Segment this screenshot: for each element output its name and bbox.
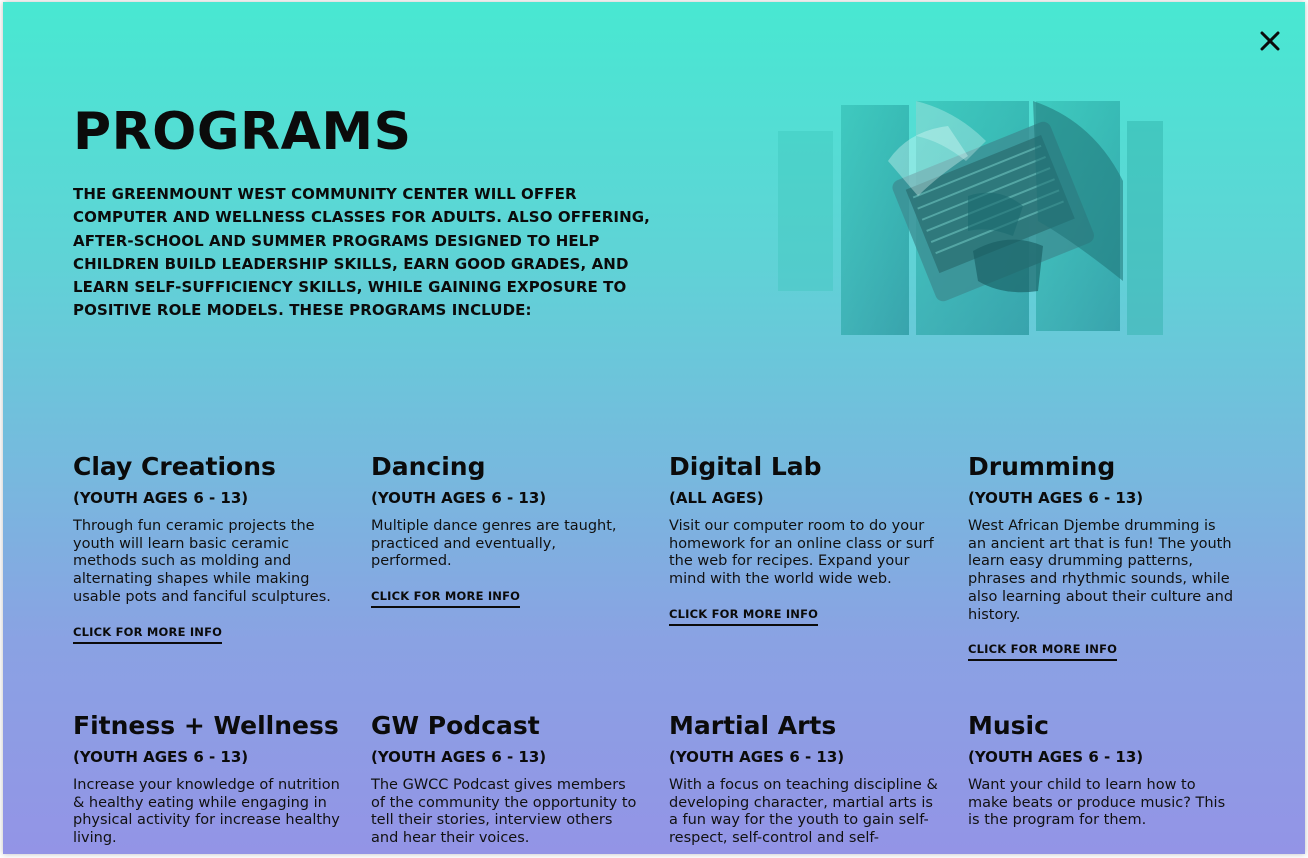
program-title: Music [968, 711, 1049, 740]
program-title: Dancing [371, 452, 486, 481]
program-ages: (YOUTH AGES 6 - 13) [73, 748, 249, 766]
program-title: Drumming [968, 452, 1116, 481]
program-music: Music (YOUTH AGES 6 - 13) Want your chil… [968, 711, 1238, 830]
program-ages: (YOUTH AGES 6 - 13) [73, 489, 249, 507]
program-ages: (YOUTH AGES 6 - 13) [968, 748, 1144, 766]
page-title: PROGRAMS [73, 102, 412, 162]
program-ages: (YOUTH AGES 6 - 13) [371, 748, 547, 766]
program-martial-arts: Martial Arts (YOUTH AGES 6 - 13) With a … [669, 711, 939, 848]
program-title: Clay Creations [73, 452, 276, 481]
intro-text: THE GREENMOUNT WEST COMMUNITY CENTER WIL… [73, 185, 650, 320]
program-drumming: Drumming (YOUTH AGES 6 - 13) West Africa… [968, 452, 1238, 662]
close-icon[interactable] [1257, 28, 1283, 54]
program-description: West African Djembe drumming is an ancie… [968, 518, 1234, 623]
program-ages: (YOUTH AGES 6 - 13) [669, 748, 845, 766]
program-ages: (ALL AGES) [669, 489, 764, 507]
program-description: Increase your knowledge of nutrition & h… [73, 777, 340, 847]
program-digital-lab: Digital Lab (ALL AGES) Visit our compute… [669, 452, 939, 626]
program-fitness-wellness: Fitness + Wellness (YOUTH AGES 6 - 13) I… [73, 711, 343, 848]
more-info-link[interactable]: CLICK FOR MORE INFO [669, 607, 819, 626]
program-description: Through fun ceramic projects the youth w… [73, 518, 331, 605]
program-title: Fitness + Wellness [73, 711, 339, 740]
program-title: Martial Arts [669, 711, 837, 740]
more-info-link[interactable]: CLICK FOR MORE INFO [371, 589, 521, 609]
program-clay-creations: Clay Creations (YOUTH AGES 6 - 13) Throu… [73, 452, 343, 644]
program-gw-podcast: GW Podcast (YOUTH AGES 6 - 13) The GWCC … [371, 711, 641, 848]
program-description: Visit our computer room to do your homew… [669, 518, 934, 588]
program-title: Digital Lab [669, 452, 822, 481]
more-info-link[interactable]: CLICK FOR MORE INFO [968, 642, 1118, 662]
more-info-link[interactable]: CLICK FOR MORE INFO [73, 625, 223, 644]
program-title: GW Podcast [371, 711, 540, 740]
laptop-hands-image [778, 101, 1163, 335]
program-description: Want your child to learn how to make bea… [968, 777, 1226, 829]
programs-modal: PROGRAMS THE GREENMOUNT WEST COMMUNITY C… [3, 2, 1305, 854]
program-ages: (YOUTH AGES 6 - 13) [968, 489, 1144, 507]
program-description: The GWCC Podcast gives members of the co… [371, 777, 637, 847]
program-dancing: Dancing (YOUTH AGES 6 - 13) Multiple dan… [371, 452, 641, 609]
program-description: With a focus on teaching discipline & de… [669, 777, 938, 847]
program-ages: (YOUTH AGES 6 - 13) [371, 489, 547, 507]
program-description: Multiple dance genres are taught, practi… [371, 518, 617, 570]
